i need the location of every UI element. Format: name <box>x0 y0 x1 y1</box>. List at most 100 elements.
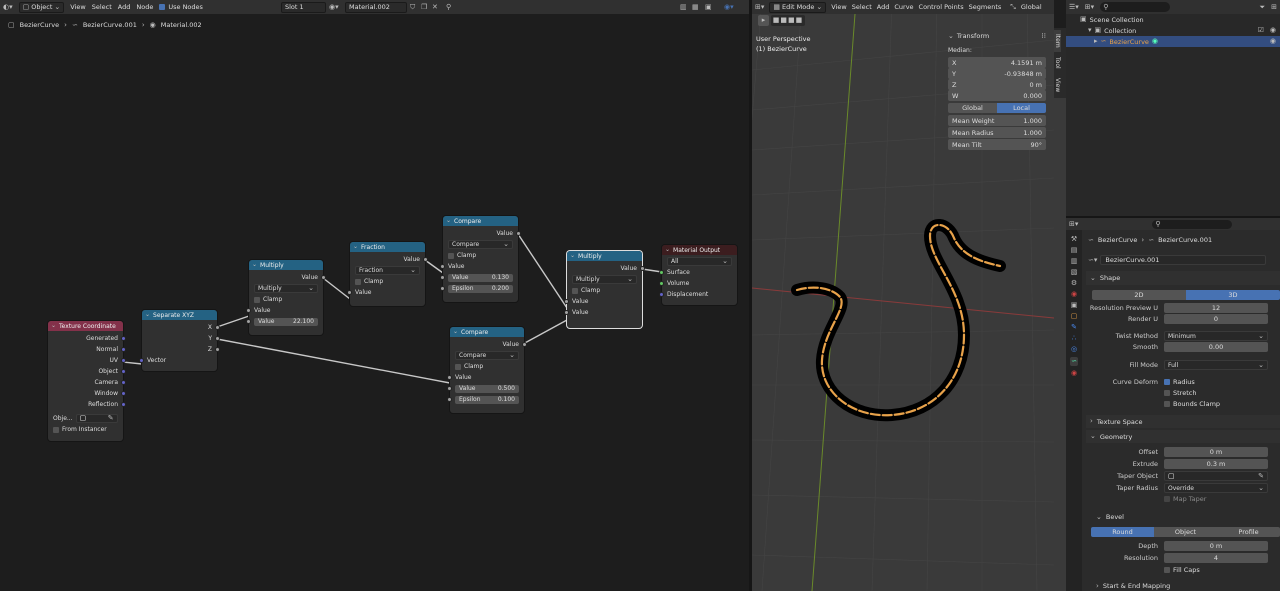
extrude-field[interactable]: 0.3 m <box>1164 459 1268 469</box>
world-tab-icon[interactable]: ◉ <box>1071 291 1077 298</box>
depth-field[interactable]: 0 m <box>1164 541 1268 551</box>
bevel-resolution-field[interactable]: 4 <box>1164 553 1268 563</box>
tab-view[interactable]: View <box>1054 74 1061 96</box>
node-header[interactable]: ⌄ Texture Coordinate <box>48 321 123 331</box>
particles-tab-icon[interactable]: ∴ <box>1072 335 1076 342</box>
socket[interactable] <box>659 270 664 275</box>
socket[interactable] <box>139 358 144 363</box>
smooth-field[interactable]: 0.00 <box>1164 342 1268 352</box>
physics-tab-icon[interactable]: ◎ <box>1071 346 1077 353</box>
render-u-field[interactable]: 0 <box>1164 314 1268 324</box>
socket[interactable] <box>659 292 664 297</box>
operation-select[interactable]: Compare ⌄ <box>455 351 519 360</box>
edit-mode-select[interactable]: ▦ Edit Mode ⌄ <box>769 1 827 13</box>
socket[interactable] <box>215 336 220 341</box>
socket[interactable] <box>121 380 126 385</box>
bevel-subpanel-header[interactable]: ⌄ Bevel <box>1092 511 1280 523</box>
socket[interactable] <box>447 397 452 402</box>
stretch-checkbox[interactable]: Stretch <box>1164 389 1196 397</box>
socket[interactable] <box>121 369 126 374</box>
clamp-row[interactable]: Clamp <box>567 285 642 296</box>
outliner-row-scene[interactable]: ▣ Scene Collection <box>1066 14 1280 25</box>
checkbox-icon[interactable]: ☑ <box>1258 27 1264 34</box>
socket[interactable] <box>522 342 527 347</box>
socket[interactable] <box>564 299 569 304</box>
transform-z-field[interactable]: Z 0 m <box>948 79 1046 90</box>
search-input[interactable]: ⚲ <box>1100 2 1171 12</box>
socket[interactable] <box>121 347 126 352</box>
transform-x-field[interactable]: X 4.1591 m <box>948 57 1046 68</box>
collapse-icon[interactable]: ⌄ <box>51 323 56 329</box>
menu-select[interactable]: Select <box>852 3 872 11</box>
orientation-label[interactable]: Global <box>1021 3 1042 11</box>
twist-method-select[interactable]: Minimum ⌄ <box>1164 331 1268 341</box>
compare-node-1[interactable]: ⌄ Compare Value Compare ⌄ Clamp Value Valu… <box>440 216 521 302</box>
socket[interactable] <box>215 325 220 330</box>
node-header[interactable]: ⌄ Compare <box>443 216 518 226</box>
value-field[interactable]: Value 0.500 <box>455 384 519 393</box>
operation-select[interactable]: Multiply ⌄ <box>572 275 637 284</box>
collapse-icon[interactable]: ⌄ <box>446 218 451 224</box>
data-tab-icon[interactable]: ∽ <box>1070 357 1078 366</box>
dim-3d-button[interactable]: 3D <box>1186 290 1280 300</box>
mean-tilt-field[interactable]: Mean Tilt 90° <box>948 139 1046 150</box>
radius-checkbox[interactable]: Radius <box>1164 378 1195 386</box>
socket[interactable] <box>640 266 645 271</box>
editor-type-icon[interactable]: ⊞▾ <box>1069 220 1078 228</box>
texture-coordinate-node[interactable]: ⌄ Texture Coordinate Generated Normal UV … <box>48 321 126 441</box>
transform-y-field[interactable]: Y -0.93848 m <box>948 68 1046 79</box>
operation-select[interactable]: Multiply ⌄ <box>254 284 318 293</box>
node-header[interactable]: ⌄ Multiply <box>249 260 323 270</box>
socket[interactable] <box>347 290 352 295</box>
operation-select[interactable]: Fraction ⌄ <box>355 266 420 275</box>
taper-object-field[interactable]: ▢ ✎ <box>1164 471 1268 481</box>
from-instancer-row[interactable]: From Instancer <box>48 424 123 435</box>
target-select[interactable]: All ⌄ <box>667 257 732 266</box>
output-tab-icon[interactable]: ▥ <box>1071 258 1078 265</box>
node-header[interactable]: ⌄ Material Output <box>662 245 737 255</box>
value-field[interactable]: Value 0.130 <box>448 273 513 282</box>
collapse-icon[interactable]: ⌄ <box>453 329 458 335</box>
socket[interactable] <box>564 310 569 315</box>
socket[interactable] <box>321 275 326 280</box>
menu-curve[interactable]: Curve <box>894 3 913 11</box>
editor-type-icon[interactable]: ☰▾ <box>1069 3 1079 11</box>
select-box-icon[interactable]: ■■■■ <box>771 15 805 26</box>
compare-node-2[interactable]: ⌄ Compare Value Compare ⌄ Clamp Value Valu… <box>447 327 527 413</box>
socket[interactable] <box>440 264 445 269</box>
select-tool-icon[interactable]: ▸ <box>758 15 769 26</box>
node-header[interactable]: ⌄ Multiply <box>567 251 642 261</box>
texture-space-panel-header[interactable]: › Texture Space <box>1086 415 1280 428</box>
viewport-3d[interactable]: ⊞▾ ▦ Edit Mode ⌄ View Select Add Curve Con… <box>752 0 1054 591</box>
transform-w-field[interactable]: W 0.000 <box>948 90 1046 101</box>
socket[interactable] <box>215 347 220 352</box>
operation-select[interactable]: Compare ⌄ <box>448 240 513 249</box>
socket[interactable] <box>246 308 251 313</box>
socket[interactable] <box>447 386 452 391</box>
collapse-icon[interactable]: ⌄ <box>353 244 358 250</box>
local-button[interactable]: Local <box>997 103 1046 113</box>
socket[interactable] <box>121 402 126 407</box>
taper-radius-select[interactable]: Override ⌄ <box>1164 483 1268 493</box>
bevel-profile-button[interactable]: Profile <box>1217 527 1280 537</box>
collapse-icon[interactable]: ⌄ <box>665 247 670 253</box>
transform-header[interactable]: ⌄ Transform ⁞⁞ <box>948 30 1046 42</box>
menu-control-points[interactable]: Control Points <box>919 3 964 11</box>
outliner-row-collection[interactable]: ▾ ▣ Collection ☑ ◉ <box>1066 25 1280 36</box>
mean-radius-field[interactable]: Mean Radius 1.000 <box>948 127 1046 138</box>
map-taper-checkbox[interactable]: Map Taper <box>1164 495 1206 503</box>
outliner-row-object[interactable]: ▸ ∽ BezierCurve ◉ ◉ <box>1066 36 1280 47</box>
menu-add[interactable]: Add <box>877 3 890 11</box>
collapse-icon[interactable]: ⌄ <box>252 262 257 268</box>
menu-segments[interactable]: Segments <box>969 3 1002 11</box>
object-field[interactable]: ▢ ✎ <box>75 414 118 423</box>
bevel-round-button[interactable]: Round <box>1091 527 1154 537</box>
fraction-node[interactable]: ⌄ Fraction Value Fraction ⌄ Clamp Value <box>347 242 428 306</box>
socket[interactable] <box>246 319 251 324</box>
datablock-name-field[interactable]: BezierCurve.001 <box>1100 255 1267 265</box>
value-field[interactable]: Value 22.100 <box>254 317 318 326</box>
socket[interactable] <box>121 358 126 363</box>
node-header[interactable]: ⌄ Compare <box>450 327 524 337</box>
expand-icon[interactable]: ▸ <box>1094 38 1098 45</box>
clamp-row[interactable]: Clamp <box>350 276 425 287</box>
